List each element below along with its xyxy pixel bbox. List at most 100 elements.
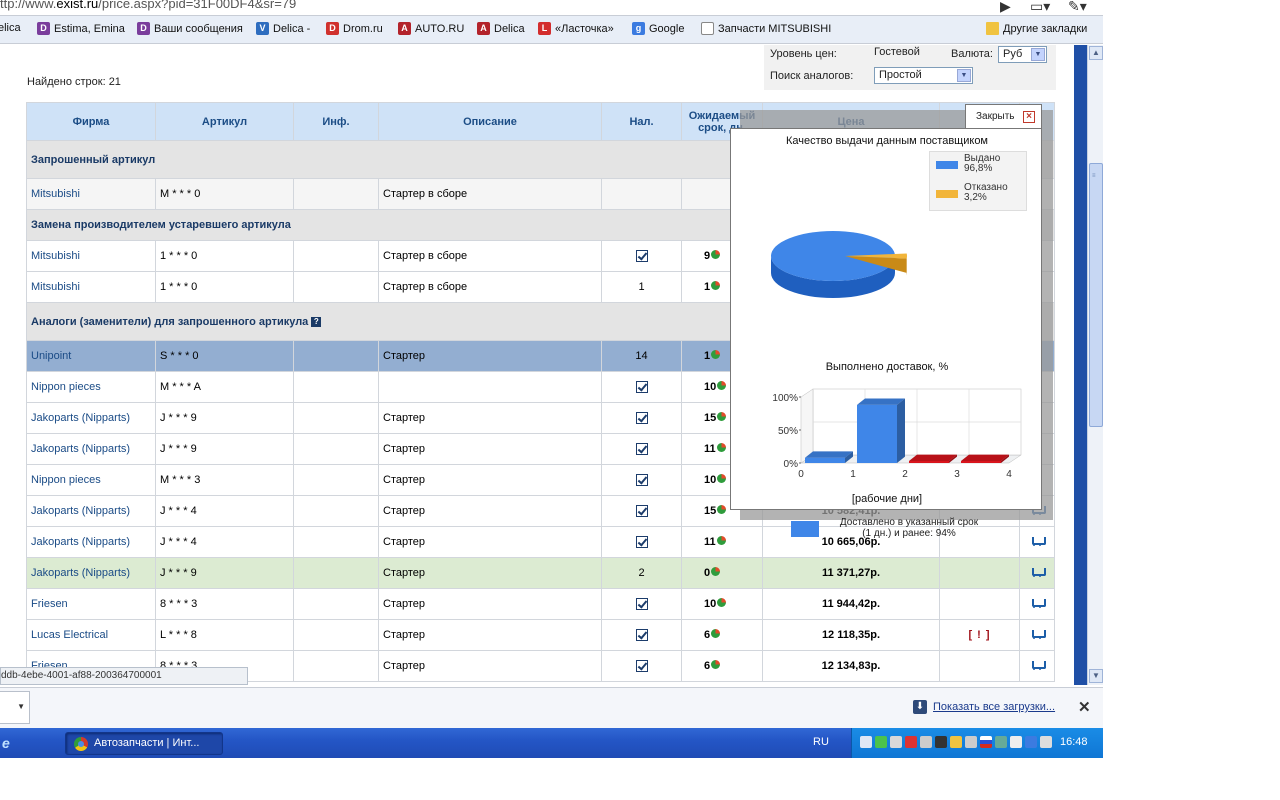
bookmark-item[interactable]: g Google — [632, 22, 684, 35]
cell-price: 11 371,27р. — [762, 557, 940, 589]
checkbox-icon — [635, 536, 648, 549]
page-menu-icon[interactable]: ▭▾ — [1030, 0, 1050, 15]
delivery-stats-icon[interactable] — [711, 281, 721, 290]
delivery-stats-icon[interactable] — [711, 629, 721, 638]
delivery-stats-icon[interactable] — [717, 474, 727, 483]
bookmark-item[interactable]: elica — [0, 22, 21, 34]
clock: 16:48 — [1060, 736, 1088, 748]
tray-icon[interactable] — [995, 736, 1007, 748]
cell-firm[interactable]: Nippon pieces — [26, 464, 156, 496]
delivery-stats-icon[interactable] — [717, 505, 727, 514]
cart-icon[interactable] — [1030, 566, 1046, 578]
currency-select[interactable]: Руб ▼ — [998, 46, 1047, 63]
tray-icon[interactable] — [965, 736, 977, 748]
delivery-stats-icon[interactable] — [711, 567, 721, 576]
delivery-stats-icon[interactable] — [711, 660, 721, 669]
tray-icon[interactable] — [935, 736, 947, 748]
cell-availability — [601, 619, 682, 651]
bookmark-item[interactable]: Запчасти MITSUBISHI — [701, 22, 831, 35]
tray-icon[interactable] — [980, 736, 992, 748]
tray-icon[interactable] — [890, 736, 902, 748]
cell-info — [293, 619, 379, 651]
address-bar[interactable]: ttp://www.exist.ru/price.aspx?pid=31F00D… — [0, 0, 1103, 16]
cell-info — [293, 526, 379, 558]
scroll-up-icon[interactable]: ▲ — [1089, 46, 1103, 60]
delivery-stats-icon[interactable] — [717, 598, 727, 607]
col-firm[interactable]: Фирма — [26, 102, 156, 141]
cell-firm[interactable]: Friesen — [26, 588, 156, 620]
close-icon[interactable]: ✕ — [1078, 698, 1091, 716]
cart-icon[interactable] — [1030, 535, 1046, 547]
delivery-stats-icon[interactable] — [716, 536, 726, 545]
tray-icon[interactable] — [1025, 736, 1037, 748]
bookmark-item[interactable]: V Delica - — [256, 22, 310, 35]
col-availability[interactable]: Нал. — [601, 102, 682, 141]
show-all-downloads-link[interactable]: Показать все загрузки... — [933, 701, 1055, 713]
tray-icon[interactable] — [950, 736, 962, 748]
cart-icon[interactable] — [1030, 597, 1046, 609]
ie-icon[interactable]: e — [2, 735, 10, 751]
cell-firm[interactable]: Mitsubishi — [26, 240, 156, 272]
taskbar-window-button[interactable]: Автозапчасти | Инт... — [65, 732, 223, 755]
wrench-icon[interactable]: ✎▾ — [1068, 0, 1087, 15]
cell-firm[interactable]: Lucas Electrical — [26, 619, 156, 651]
bookmark-item[interactable]: L «Ласточка» — [538, 22, 614, 35]
analog-search-select[interactable]: Простой ▼ — [874, 67, 973, 84]
cell-firm[interactable]: Jakoparts (Nipparts) — [26, 433, 156, 465]
delivery-stats-icon[interactable] — [717, 381, 727, 390]
cell-firm[interactable]: Nippon pieces — [26, 371, 156, 403]
delivery-stats-icon[interactable] — [717, 412, 727, 421]
cart-icon[interactable] — [1030, 628, 1046, 640]
popup-close-button[interactable]: Закрыть × — [965, 104, 1042, 130]
close-icon[interactable]: × — [1023, 111, 1035, 123]
section-label: Замена производителем устаревшего артику… — [31, 219, 291, 231]
cell-firm[interactable]: Mitsubishi — [26, 178, 156, 210]
cell-availability — [601, 433, 682, 465]
col-article[interactable]: Артикул — [155, 102, 294, 141]
cart-icon[interactable] — [1030, 659, 1046, 671]
scroll-down-icon[interactable]: ▼ — [1089, 669, 1103, 683]
url-text[interactable]: ttp://www.exist.ru/price.aspx?pid=31F00D… — [0, 0, 296, 11]
cell-cart — [1019, 526, 1055, 558]
bookmark-item[interactable]: D Estima, Emina — [37, 22, 125, 35]
col-description[interactable]: Описание — [378, 102, 602, 141]
cell-firm[interactable]: Jakoparts (Nipparts) — [26, 526, 156, 558]
table-row[interactable]: Jakoparts (Nipparts) J * * * 9 Стартер 2 0 11… — [26, 557, 1055, 589]
tray-icon[interactable] — [1040, 736, 1052, 748]
bookmark-item[interactable]: A Delica — [477, 22, 525, 35]
download-item[interactable]: ▼ — [0, 691, 30, 724]
cell-firm[interactable]: Unipoint — [26, 340, 156, 372]
cell-firm[interactable]: Jakoparts (Nipparts) — [26, 557, 156, 589]
cell-firm[interactable]: Jakoparts (Nipparts) — [26, 402, 156, 434]
tray-icon[interactable] — [875, 736, 887, 748]
table-row[interactable]: Lucas Electrical L * * * 8 Стартер 6 12 118,… — [26, 619, 1055, 651]
cell-warning: [ ! ] — [939, 619, 1020, 651]
cell-firm[interactable]: Jakoparts (Nipparts) — [26, 495, 156, 527]
tray-icon[interactable] — [860, 736, 872, 748]
bookmark-item[interactable]: A AUTO.RU — [398, 22, 464, 35]
expected-days: 11 — [704, 536, 716, 548]
cell-article: J * * * 9 — [155, 433, 294, 465]
scroll-thumb[interactable] — [1089, 163, 1103, 427]
cell-article: M * * * 0 — [155, 178, 294, 210]
cell-firm[interactable]: Mitsubishi — [26, 271, 156, 303]
help-icon[interactable]: ? — [311, 316, 322, 327]
language-indicator[interactable]: RU — [813, 736, 829, 748]
vertical-scrollbar[interactable]: ▲ ≡ ▼ — [1087, 45, 1103, 685]
delivery-stats-icon[interactable] — [711, 250, 721, 259]
page-content: Найдено строк: 21 Уровень цен: Гостевой … — [0, 45, 1074, 685]
delivery-stats-icon[interactable] — [716, 443, 726, 452]
bookmark-item[interactable]: D Ваши сообщения — [137, 22, 243, 35]
downloads-bar: ▼ ⬇ Показать все загрузки... ✕ — [0, 687, 1103, 728]
tray-icon[interactable] — [920, 736, 932, 748]
bookmark-label: «Ласточка» — [555, 22, 614, 35]
tray-icon[interactable] — [1010, 736, 1022, 748]
bar-legend-line: Доставлено в указанный срок — [839, 517, 979, 528]
play-icon[interactable]: ▶ — [1000, 0, 1011, 15]
tray-icon[interactable] — [905, 736, 917, 748]
checkbox-icon — [635, 474, 648, 487]
delivery-stats-icon[interactable] — [711, 350, 721, 359]
other-bookmarks[interactable]: Другие закладки — [986, 22, 1087, 35]
bookmark-item[interactable]: D Drom.ru — [326, 22, 383, 35]
table-row[interactable]: Friesen 8 * * * 3 Стартер 10 11 944,42р. — [26, 588, 1055, 620]
